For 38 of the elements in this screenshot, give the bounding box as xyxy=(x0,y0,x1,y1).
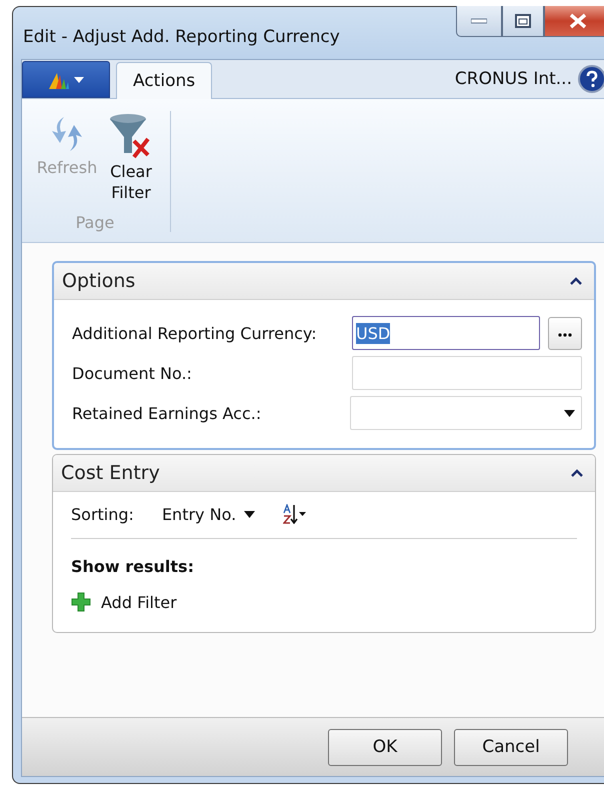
collapse-icon[interactable] xyxy=(571,469,583,477)
company-name: CRONUS Int... xyxy=(454,69,572,89)
fasttab-title: Cost Entry xyxy=(61,462,160,484)
field-label: Document No.: xyxy=(72,364,193,382)
caret-icon xyxy=(564,410,575,416)
maximize-button[interactable] xyxy=(502,6,544,37)
lookup-button[interactable] xyxy=(548,316,582,350)
minimize-button[interactable] xyxy=(456,6,502,37)
collapse-icon[interactable] xyxy=(570,277,582,285)
help-icon[interactable] xyxy=(578,65,604,93)
ribbon-tab[interactable]: Actions xyxy=(116,62,212,99)
close-icon xyxy=(569,13,587,29)
caret-icon xyxy=(74,76,84,82)
dialog-button[interactable]: OK xyxy=(328,728,442,766)
sorting-dropdown[interactable]: Entry No. xyxy=(162,504,256,524)
maximize-icon xyxy=(515,14,531,28)
field-label: Additional Reporting Currency: xyxy=(72,324,318,342)
input-field[interactable]: USD xyxy=(352,316,540,350)
sort-order-icon[interactable] xyxy=(283,504,308,524)
caret-icon xyxy=(244,510,256,518)
group-label: Page xyxy=(76,213,114,232)
close-button[interactable] xyxy=(544,6,604,37)
minimize-icon xyxy=(471,18,487,24)
dialog-button[interactable]: Cancel xyxy=(454,728,568,766)
input-field[interactable] xyxy=(352,356,582,390)
plus-icon xyxy=(71,592,91,612)
fasttab-header[interactable]: Options xyxy=(54,263,594,300)
ribbon-action-button[interactable]: Clear Filter xyxy=(106,111,156,203)
window-title: Edit - Adjust Add. Reporting Currency xyxy=(23,27,340,47)
ellipsis-icon xyxy=(558,333,572,337)
fasttab-header[interactable]: Cost Entry xyxy=(53,455,595,492)
fasttab-title: Options xyxy=(62,270,136,292)
application-menu-button[interactable] xyxy=(22,61,110,98)
dropdown-field[interactable] xyxy=(350,396,582,430)
show-results-label: Show results: xyxy=(71,557,195,576)
sorting-label: Sorting: xyxy=(71,504,134,524)
add-filter-link[interactable]: Add Filter xyxy=(71,592,177,612)
field-label: Retained Earnings Acc.: xyxy=(72,404,262,422)
